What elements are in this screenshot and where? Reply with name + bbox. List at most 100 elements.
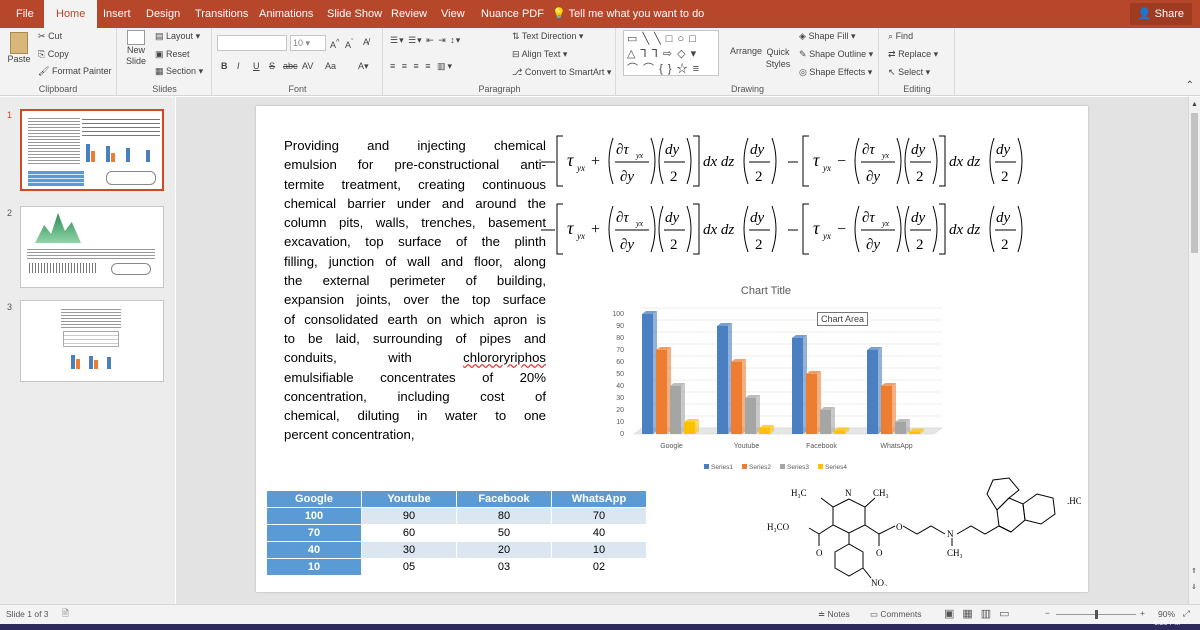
- tab-file[interactable]: File: [16, 0, 34, 28]
- tell-me-box[interactable]: 💡 Tell me what you want to do: [552, 0, 704, 28]
- shape-effects-button[interactable]: ◎ Shape Effects ▾: [799, 67, 872, 78]
- bar-series4-google: [684, 422, 695, 434]
- data-table[interactable]: Google Youtube Facebook WhatsApp 100 90 80 70 70…: [266, 490, 647, 576]
- shape-fill-button[interactable]: ◈ Shape Fill ▾: [799, 31, 856, 42]
- select-button[interactable]: ↖ Select ▾: [888, 67, 930, 78]
- section-button[interactable]: ▦ Section ▾: [155, 66, 203, 77]
- strikethrough-button[interactable]: abc: [283, 61, 298, 71]
- table-cell[interactable]: 70: [551, 507, 647, 525]
- table-cell[interactable]: 50: [456, 524, 552, 542]
- copy-button[interactable]: ⎘ Copy: [38, 49, 69, 60]
- shrink-font-button[interactable]: Aˇ: [345, 37, 354, 50]
- prev-slide-icon[interactable]: ⇑: [1191, 567, 1197, 575]
- bracket-right: [939, 135, 946, 187]
- layout-button[interactable]: ▤ Layout ▾: [155, 31, 200, 42]
- paste-button[interactable]: Paste: [6, 32, 32, 64]
- equation-line-2[interactable]: τ yx +∂τ yx∂ydy2dx dzdy2τ yx −∂τ yx∂ydy2dx dzd…: [541, 200, 1051, 258]
- grow-font-button[interactable]: A^: [330, 37, 340, 50]
- tab-slide-show[interactable]: Slide Show: [327, 0, 382, 28]
- table-cell[interactable]: 10: [266, 558, 362, 576]
- slide-thumbnail-3[interactable]: [20, 300, 164, 382]
- equation-line-1[interactable]: τ yx +∂τ yx∂ydy2dx dzdy2τ yx −∂τ yx∂ydy2dx dzd…: [541, 132, 1051, 190]
- align-text-button[interactable]: ⊟ Align Text ▾: [512, 49, 567, 60]
- zoom-slider-thumb[interactable]: [1095, 610, 1098, 619]
- zoom-out-button[interactable]: −: [1045, 608, 1050, 618]
- cut-button[interactable]: ✂ Cut: [38, 31, 62, 42]
- find-button[interactable]: ⌕ Find: [888, 31, 913, 42]
- scroll-up-icon[interactable]: ▲: [1191, 101, 1198, 108]
- table-cell[interactable]: 90: [361, 507, 457, 525]
- shapes-gallery[interactable]: ▭ ╲ ╲ □ ○ □ △ ⅂ ⅂ ⇨ ◇ ▾ ⌒ ⌒ { } ☆ ≡: [623, 30, 719, 76]
- collapse-ribbon-icon[interactable]: ⌃: [1186, 80, 1194, 91]
- status-bar: Slide 1 of 3 🗎 ≐ Notes ▭ Comments ▣▦▥▭ −…: [0, 604, 1200, 624]
- italic-button[interactable]: I: [237, 61, 240, 71]
- underline-button[interactable]: U: [253, 61, 260, 71]
- tab-design[interactable]: Design: [146, 0, 180, 28]
- format-painter-button[interactable]: 🖌 Format Painter: [38, 66, 111, 77]
- table-cell[interactable]: 02: [551, 558, 647, 576]
- font-color-button[interactable]: A▾: [358, 61, 369, 72]
- replace-button[interactable]: ⇄ Replace ▾: [888, 49, 938, 60]
- table-cell[interactable]: 70: [266, 524, 362, 542]
- table-cell[interactable]: 60: [361, 524, 457, 542]
- table-cell[interactable]: 40: [551, 524, 647, 542]
- chemical-structure[interactable]: H₃C N CH₃ H₃CO O O O N CH₃ NO₂ .HCl: [761, 474, 1081, 586]
- tab-insert[interactable]: Insert: [103, 0, 131, 28]
- comments-button[interactable]: ▭ Comments: [870, 609, 922, 620]
- view-buttons[interactable]: ▣▦▥▭: [944, 607, 1018, 620]
- shape-outline-button[interactable]: ✎ Shape Outline ▾: [799, 49, 873, 60]
- smartart-button[interactable]: ⎇ Convert to SmartArt ▾: [512, 67, 611, 78]
- paren-right: [771, 205, 777, 253]
- tab-home[interactable]: Home: [44, 0, 98, 28]
- list-buttons[interactable]: ☰▾ ☰▾ ⇤ ⇥ ↕▾: [390, 35, 461, 46]
- tab-review[interactable]: Review: [391, 0, 427, 28]
- table-header-cell[interactable]: Facebook: [456, 490, 552, 508]
- tab-nuance-pdf[interactable]: Nuance PDF: [481, 0, 544, 28]
- table-cell[interactable]: 40: [266, 541, 362, 559]
- vertical-scrollbar[interactable]: ▲ ⇑ ⇓: [1188, 97, 1200, 604]
- tab-transitions[interactable]: Transitions: [195, 0, 248, 28]
- bold-button[interactable]: B: [221, 61, 228, 71]
- spelling-icon[interactable]: 🗎: [62, 608, 69, 622]
- slide-canvas[interactable]: Providing and injecting chemical emulsion…: [256, 106, 1088, 592]
- body-text[interactable]: Providing and injecting chemical emulsion…: [284, 136, 546, 445]
- scrollbar-thumb[interactable]: [1191, 113, 1198, 253]
- fit-slide-icon[interactable]: ⤢: [1183, 608, 1190, 619]
- arrange-button[interactable]: Arrange: [729, 46, 763, 56]
- table-header-cell[interactable]: WhatsApp: [551, 490, 647, 508]
- font-name-input[interactable]: [217, 35, 287, 51]
- align-buttons[interactable]: ≡ ≡ ≡ ≡ ▥▾: [390, 61, 454, 72]
- char-spacing-button[interactable]: AV: [302, 61, 313, 71]
- quick-styles-button[interactable]: Quick Styles: [763, 46, 793, 70]
- table-cell[interactable]: 10: [551, 541, 647, 559]
- table-cell[interactable]: 100: [266, 507, 362, 525]
- table-header-cell[interactable]: Google: [266, 490, 362, 508]
- molecule-label: O: [876, 548, 883, 558]
- paren-left: [743, 137, 749, 185]
- bar-series2-whatsapp: [881, 386, 892, 434]
- new-slide-button[interactable]: New Slide: [122, 30, 150, 67]
- font-size-input[interactable]: 10 ▾: [290, 35, 326, 51]
- notes-button[interactable]: ≐ Notes: [818, 609, 850, 620]
- reset-button[interactable]: ▣ Reset: [155, 49, 190, 60]
- tab-animations[interactable]: Animations: [259, 0, 313, 28]
- slide-thumbnail-1[interactable]: [20, 109, 164, 191]
- bar-chart[interactable]: Chart Title1009080706050403020100Google Y…: [586, 278, 946, 478]
- table-cell[interactable]: 05: [361, 558, 457, 576]
- next-slide-icon[interactable]: ⇓: [1191, 583, 1197, 591]
- shadow-button[interactable]: S: [269, 61, 275, 71]
- table-cell[interactable]: 30: [361, 541, 457, 559]
- share-button[interactable]: 👤 Share: [1129, 3, 1192, 25]
- table-cell[interactable]: 20: [456, 541, 552, 559]
- table-header-cell[interactable]: Youtube: [361, 490, 457, 508]
- thumb-number: 3: [7, 302, 13, 312]
- text-direction-button[interactable]: ⇅ Text Direction ▾: [512, 31, 583, 42]
- table-cell[interactable]: 80: [456, 507, 552, 525]
- zoom-in-button[interactable]: +: [1140, 608, 1145, 618]
- zoom-level[interactable]: 90%: [1158, 609, 1175, 619]
- slide-thumbnail-2[interactable]: [20, 206, 164, 288]
- tab-view[interactable]: View: [441, 0, 465, 28]
- clear-format-button[interactable]: A̸: [363, 37, 369, 47]
- table-cell[interactable]: 03: [456, 558, 552, 576]
- change-case-button[interactable]: Aa: [325, 61, 336, 71]
